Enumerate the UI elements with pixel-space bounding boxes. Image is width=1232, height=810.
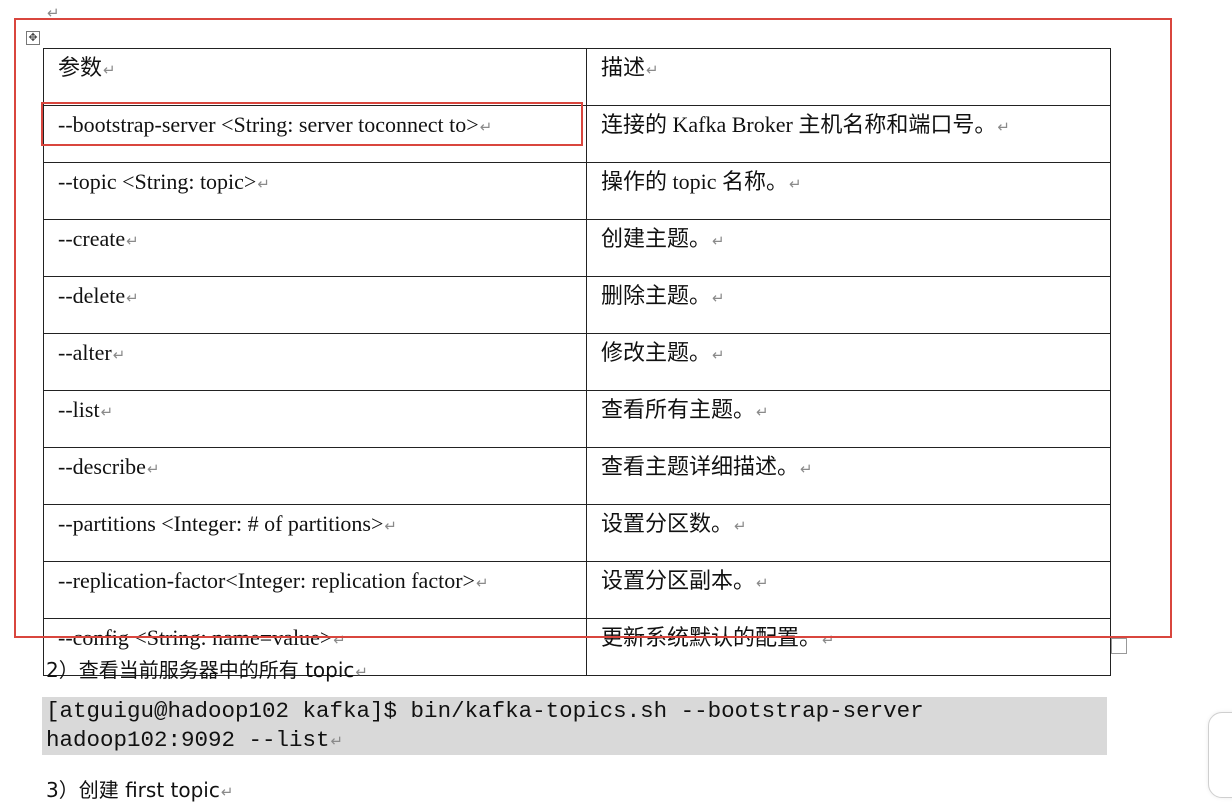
- table-row: --bootstrap-server <String: server tocon…: [43, 105, 1111, 163]
- param-text: --partitions <Integer: # of partitions>: [58, 511, 384, 536]
- desc-cell[interactable]: 更新系统默认的配置。↵: [586, 618, 1111, 676]
- desc-cell[interactable]: 连接的 Kafka Broker 主机名称和端口号。↵: [586, 105, 1111, 163]
- paragraph-mark-icon: ↵: [756, 403, 769, 421]
- params-table: 参数↵ 描述↵ --bootstrap-server <String: serv…: [43, 48, 1111, 676]
- desc-cell[interactable]: 查看主题详细描述。↵: [586, 447, 1111, 505]
- paragraph-mark-icon: ↵: [712, 346, 725, 364]
- paragraph-mark-icon: ↵: [822, 631, 835, 649]
- param-text: --topic <String: topic>: [58, 169, 257, 194]
- paragraph-mark-icon: ↵: [126, 232, 139, 250]
- paragraph-mark-icon: ↵: [384, 517, 397, 535]
- floating-side-widget[interactable]: [1208, 712, 1232, 798]
- paragraph-mark-icon: ↵: [479, 118, 493, 136]
- table-row: --topic <String: topic>↵ 操作的 topic 名称。↵: [43, 162, 1111, 220]
- paragraph-mark-icon: ↵: [257, 175, 270, 193]
- desc-cell[interactable]: 删除主题。↵: [586, 276, 1111, 334]
- desc-text: 查看所有主题。: [601, 397, 756, 422]
- code-line: [atguigu@hadoop102 kafka]$ bin/kafka-top…: [46, 698, 924, 724]
- param-text: --delete: [58, 283, 126, 308]
- paragraph-mark-icon: ↵: [756, 574, 769, 592]
- paragraph-mark-icon: ↵: [333, 631, 346, 649]
- param-text: --describe: [58, 454, 146, 479]
- table-resize-handle-icon[interactable]: [1111, 638, 1127, 654]
- code-line-text: hadoop102:9092 --list: [46, 727, 330, 753]
- paragraph-mark-icon: ↵: [103, 61, 116, 79]
- desc-cell[interactable]: 修改主题。↵: [586, 333, 1111, 391]
- param-cell[interactable]: --replication-factor<Integer: replicatio…: [43, 561, 587, 619]
- paragraph-mark-icon: ↵: [100, 403, 114, 421]
- header-param-text: 参数: [58, 55, 103, 80]
- param-cell[interactable]: --list↵: [43, 390, 587, 448]
- param-cell[interactable]: --delete↵: [43, 276, 587, 334]
- header-cell-desc[interactable]: 描述↵: [586, 48, 1111, 106]
- paragraph-mark-icon: ↵: [355, 663, 368, 681]
- paragraph-mark-icon: ↵: [646, 61, 659, 79]
- paragraph-mark-icon: ↵: [112, 346, 126, 364]
- desc-text: 设置分区副本。: [601, 568, 756, 593]
- table-row: --delete↵ 删除主题。↵: [43, 276, 1111, 334]
- param-text: --replication-factor<Integer: replicatio…: [58, 568, 475, 593]
- paragraph-mark-icon: ↵: [47, 4, 60, 22]
- step-3-text: 3）创建 first topic: [46, 778, 220, 802]
- desc-text: 修改主题。: [601, 340, 712, 365]
- paragraph-mark-icon: ↵: [330, 732, 344, 750]
- param-text: --bootstrap-server <String: server tocon…: [58, 112, 479, 137]
- paragraph-mark-icon: ↵: [712, 232, 725, 250]
- desc-text: 删除主题。: [601, 283, 712, 308]
- param-cell[interactable]: --partitions <Integer: # of partitions>↵: [43, 504, 587, 562]
- table-row: --describe↵ 查看主题详细描述。↵: [43, 447, 1111, 505]
- step-2-heading: 2）查看当前服务器中的所有 topic↵: [46, 654, 368, 683]
- desc-cell[interactable]: 创建主题。↵: [586, 219, 1111, 277]
- table-row: --partitions <Integer: # of partitions>↵…: [43, 504, 1111, 562]
- paragraph-mark-icon: ↵: [800, 460, 813, 478]
- table-row: --alter↵ 修改主题。↵: [43, 333, 1111, 391]
- table-move-handle-icon[interactable]: ✥: [26, 31, 40, 45]
- paragraph-mark-icon: ↵: [712, 289, 725, 307]
- desc-text: 连接的 Kafka Broker 主机名称和端口号。: [601, 112, 997, 137]
- header-desc-text: 描述: [601, 55, 646, 80]
- table-row: --create↵ 创建主题。↵: [43, 219, 1111, 277]
- code-line: hadoop102:9092 --list↵: [46, 726, 1107, 756]
- step-2-text: 2）查看当前服务器中的所有 topic: [46, 658, 355, 682]
- header-cell-param[interactable]: 参数↵: [43, 48, 587, 106]
- table-row: --list↵ 查看所有主题。↵: [43, 390, 1111, 448]
- paragraph-mark-icon: ↵: [789, 175, 802, 193]
- table-row: --replication-factor<Integer: replicatio…: [43, 561, 1111, 619]
- paragraph-mark-icon: ↵: [997, 118, 1010, 136]
- param-text: --config <String: name=value>: [58, 625, 333, 650]
- desc-cell[interactable]: 操作的 topic 名称。↵: [586, 162, 1111, 220]
- desc-text: 创建主题。: [601, 226, 712, 251]
- param-cell[interactable]: --describe↵: [43, 447, 587, 505]
- param-cell[interactable]: --bootstrap-server <String: server tocon…: [43, 105, 587, 163]
- param-text: --list: [58, 397, 100, 422]
- paragraph-mark-icon: ↵: [475, 574, 489, 592]
- code-block[interactable]: [atguigu@hadoop102 kafka]$ bin/kafka-top…: [42, 697, 1107, 755]
- desc-text: 查看主题详细描述。: [601, 454, 800, 479]
- paragraph-mark-icon: ↵: [220, 783, 234, 801]
- param-cell[interactable]: --create↵: [43, 219, 587, 277]
- desc-text: 更新系统默认的配置。: [601, 625, 822, 650]
- desc-text: 操作的 topic 名称。: [601, 169, 788, 194]
- param-cell[interactable]: --topic <String: topic>↵: [43, 162, 587, 220]
- desc-cell[interactable]: 设置分区副本。↵: [586, 561, 1111, 619]
- desc-cell[interactable]: 查看所有主题。↵: [586, 390, 1111, 448]
- desc-text: 设置分区数。: [601, 511, 734, 536]
- paragraph-mark-icon: ↵: [146, 460, 160, 478]
- paragraph-mark-icon: ↵: [126, 289, 139, 307]
- paragraph-mark-icon: ↵: [734, 517, 747, 535]
- desc-cell[interactable]: 设置分区数。↵: [586, 504, 1111, 562]
- table-header-row: 参数↵ 描述↵: [43, 48, 1111, 106]
- param-text: --create: [58, 226, 126, 251]
- step-3-heading: 3）创建 first topic↵: [46, 774, 233, 803]
- param-cell[interactable]: --alter↵: [43, 333, 587, 391]
- param-text: --alter: [58, 340, 112, 365]
